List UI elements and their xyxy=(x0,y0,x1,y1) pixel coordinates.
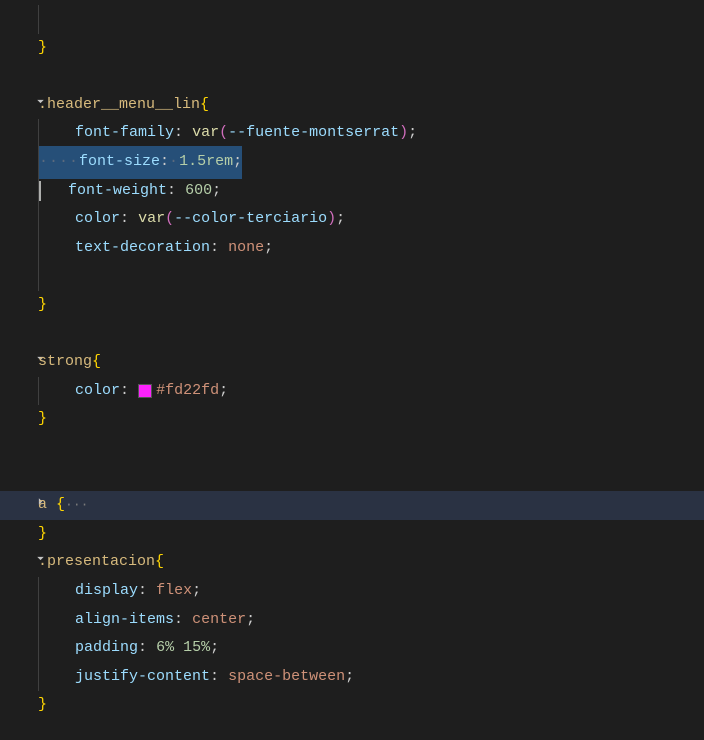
fold-ellipsis[interactable]: ··· xyxy=(65,493,88,518)
code-line[interactable]: } xyxy=(0,520,704,549)
color-swatch[interactable] xyxy=(138,384,152,398)
brace-open: { xyxy=(155,548,164,577)
gutter xyxy=(0,523,38,603)
css-function: var xyxy=(138,205,165,234)
css-property: color xyxy=(75,377,120,406)
whitespace-dots: ···· xyxy=(39,153,79,170)
css-value: flex xyxy=(156,577,192,606)
code-line-blank[interactable] xyxy=(0,320,704,349)
brace-close: } xyxy=(38,34,47,63)
brace-open: { xyxy=(92,348,101,377)
code-line[interactable] xyxy=(0,5,704,34)
brace-close: } xyxy=(38,405,47,434)
css-property: align-items xyxy=(75,606,174,635)
code-line[interactable]: padding: 6% 15%; xyxy=(0,634,704,663)
css-variable: --color-terciario xyxy=(174,205,327,234)
css-variable: --fuente-montserrat xyxy=(228,119,399,148)
brace-open: { xyxy=(200,91,209,120)
css-selector: .presentacion xyxy=(38,548,155,577)
code-line[interactable]: justify-content: space-between; xyxy=(0,663,704,692)
brace-close: } xyxy=(38,291,47,320)
code-line[interactable]: font-weight: 600; xyxy=(0,177,704,206)
brace-close: } xyxy=(38,691,47,720)
css-value: 6% 15% xyxy=(156,634,210,663)
css-property: font-family xyxy=(75,119,174,148)
code-line[interactable]: } xyxy=(0,34,704,63)
css-function: var xyxy=(192,119,219,148)
code-line-blank[interactable] xyxy=(0,62,704,91)
css-value: 1.5rem xyxy=(179,153,233,170)
code-line[interactable]: } xyxy=(0,291,704,320)
brace-close: } xyxy=(38,520,47,549)
css-selector: a xyxy=(38,491,47,520)
code-line-blank[interactable] xyxy=(0,463,704,492)
code-line[interactable]: color: var(--color-terciario); xyxy=(0,205,704,234)
css-property: text-decoration xyxy=(75,234,210,263)
css-value: center xyxy=(192,606,246,635)
css-value: #fd22fd xyxy=(156,377,219,406)
css-property: font-size xyxy=(79,153,160,170)
code-line[interactable]: display: flex; xyxy=(0,577,704,606)
code-line[interactable]: text-decoration: none; xyxy=(0,234,704,263)
css-property: color xyxy=(75,205,120,234)
code-line[interactable]: align-items: center; xyxy=(0,605,704,634)
css-property: font-weight xyxy=(68,177,167,206)
code-line-folded[interactable]: a {··· xyxy=(0,491,704,520)
gutter xyxy=(0,323,38,403)
gutter xyxy=(0,65,38,145)
css-property: display xyxy=(75,577,138,606)
code-line[interactable]: } xyxy=(0,691,704,720)
code-line[interactable]: font-family: var(--fuente-montserrat); xyxy=(0,119,704,148)
code-line-blank[interactable] xyxy=(0,434,704,463)
css-value: 600 xyxy=(185,177,212,206)
code-line[interactable]: } xyxy=(0,405,704,434)
code-line[interactable]: color: #fd22fd; xyxy=(0,377,704,406)
css-property: justify-content xyxy=(75,663,210,692)
code-line[interactable]: strong{ xyxy=(0,348,704,377)
css-value: none xyxy=(228,234,264,263)
css-selector: strong xyxy=(38,348,92,377)
code-line[interactable]: .presentacion{ xyxy=(0,548,704,577)
code-line-blank[interactable] xyxy=(0,262,704,291)
code-line-selected[interactable]: ····font-size:·1.5rem; xyxy=(0,148,704,177)
code-line[interactable]: .header__menu__lin{ xyxy=(0,91,704,120)
css-property: padding xyxy=(75,634,138,663)
brace-open: { xyxy=(56,491,65,520)
css-value: space-between xyxy=(228,663,345,692)
css-selector: .header__menu__lin xyxy=(38,91,200,120)
